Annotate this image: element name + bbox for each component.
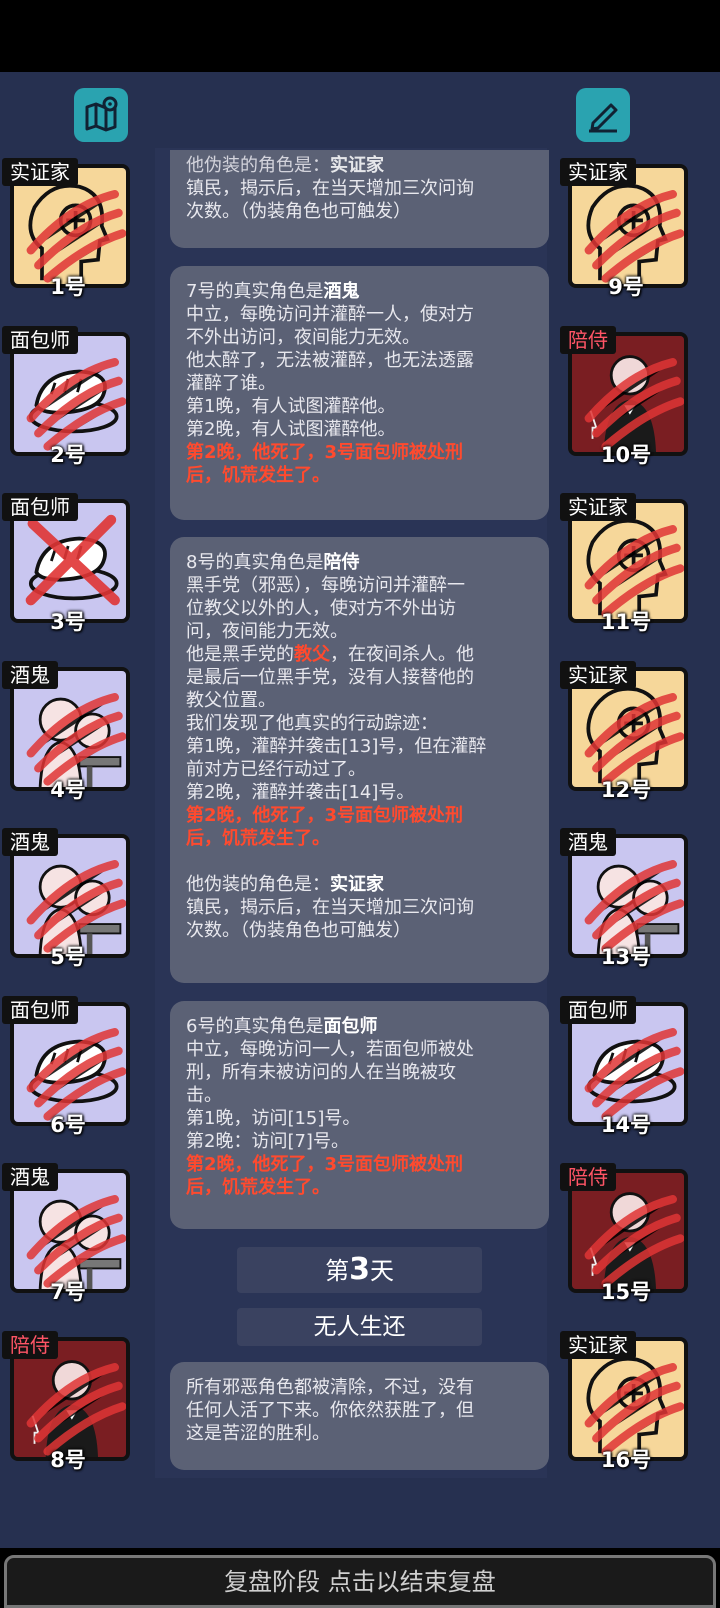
player-number: 3号 — [50, 610, 86, 634]
role-label: 酒鬼 — [2, 660, 58, 689]
player-card[interactable]: 面包师 3号 — [2, 493, 134, 634]
role-label: 实证家 — [560, 158, 636, 186]
role-label: 陪侍 — [560, 1163, 616, 1191]
role-label: 陪侍 — [560, 325, 616, 354]
player-number: 14号 — [600, 1112, 652, 1137]
player-card[interactable]: 酒鬼 5号 — [2, 828, 134, 969]
player-number: 9号 — [608, 275, 644, 299]
map-icon — [85, 96, 118, 132]
player-card[interactable]: 面包师 2号 — [2, 325, 134, 467]
player-number: 16号 — [600, 1447, 652, 1472]
player-card[interactable]: 实证家 16号 — [560, 1330, 692, 1472]
player-card[interactable]: 实证家 12号 — [560, 660, 692, 802]
player-card[interactable]: 酒鬼 4号 — [2, 660, 134, 802]
player-card[interactable]: 实证家 11号 — [560, 493, 692, 634]
role-label: 实证家 — [560, 493, 636, 521]
role-label: 面包师 — [2, 493, 78, 521]
role-label: 酒鬼 — [2, 828, 58, 856]
player-card[interactable]: 面包师 6号 — [2, 995, 134, 1137]
player-number: 5号 — [50, 945, 86, 969]
player-number: 11号 — [600, 610, 652, 634]
player-number: 7号 — [50, 1280, 86, 1304]
player-number: 2号 — [50, 442, 86, 467]
player-number: 13号 — [600, 945, 652, 969]
player-number: 12号 — [600, 777, 652, 802]
player-number: 6号 — [50, 1112, 86, 1137]
player-card[interactable]: 酒鬼 7号 — [2, 1163, 134, 1304]
role-label: 陪侍 — [2, 1330, 58, 1359]
role-label: 面包师 — [560, 995, 636, 1024]
player-card[interactable]: 实证家 9号 — [560, 158, 692, 299]
log-entry-player-6: 6号的真实角色是面包师 中立，每晚访问一人，若面包师被处 刑，所有未被访问的人在… — [170, 1001, 549, 1229]
player-number: 4号 — [50, 777, 86, 802]
day-indicator: 第3天 — [237, 1247, 482, 1293]
role-label: 酒鬼 — [2, 1163, 58, 1191]
role-label: 实证家 — [2, 158, 78, 186]
player-card[interactable]: 面包师 14号 — [560, 995, 692, 1137]
status-bar — [0, 0, 720, 72]
player-card[interactable]: 陪侍 15号 — [560, 1163, 692, 1304]
player-card[interactable]: 实证家 1号 — [2, 158, 134, 299]
outcome-label: 无人生还 — [237, 1308, 482, 1346]
player-number: 8号 — [50, 1447, 86, 1472]
map-button[interactable] — [74, 88, 128, 142]
end-review-button[interactable]: 复盘阶段 点击以结束复盘 — [4, 1555, 716, 1608]
log-entry-player-8: 8号的真实角色是陪侍 黑手党（邪恶），每晚访问并灌醉一 位教父以外的人，使对方不… — [170, 537, 549, 983]
role-label: 面包师 — [2, 995, 78, 1024]
player-number: 10号 — [600, 442, 652, 467]
player-card[interactable]: 陪侍 10号 — [560, 325, 692, 467]
role-label: 实证家 — [560, 1330, 636, 1359]
log-entry-disguise: 他伪装的角色是：实证家 镇民，揭示后，在当天增加三次问询 次数。（伪装角色也可触… — [170, 150, 549, 248]
player-number: 1号 — [50, 275, 86, 299]
log-entry-result: 所有邪恶角色都被清除，不过，没有 任何人活了下来。你依然获胜了，但 这是苦涩的胜… — [170, 1362, 549, 1470]
log-entry-player-7: 7号的真实角色是酒鬼 中立，每晚访问并灌醉一人，使对方 不外出访问，夜间能力无效… — [170, 266, 549, 520]
player-card[interactable]: 酒鬼 13号 — [560, 828, 692, 969]
role-label: 实证家 — [560, 660, 636, 689]
player-card[interactable]: 陪侍 8号 — [2, 1330, 134, 1472]
role-label: 酒鬼 — [560, 828, 616, 856]
pen-icon — [589, 103, 618, 133]
player-number: 15号 — [600, 1280, 652, 1304]
notes-button[interactable] — [576, 88, 630, 142]
role-label: 面包师 — [2, 325, 78, 354]
